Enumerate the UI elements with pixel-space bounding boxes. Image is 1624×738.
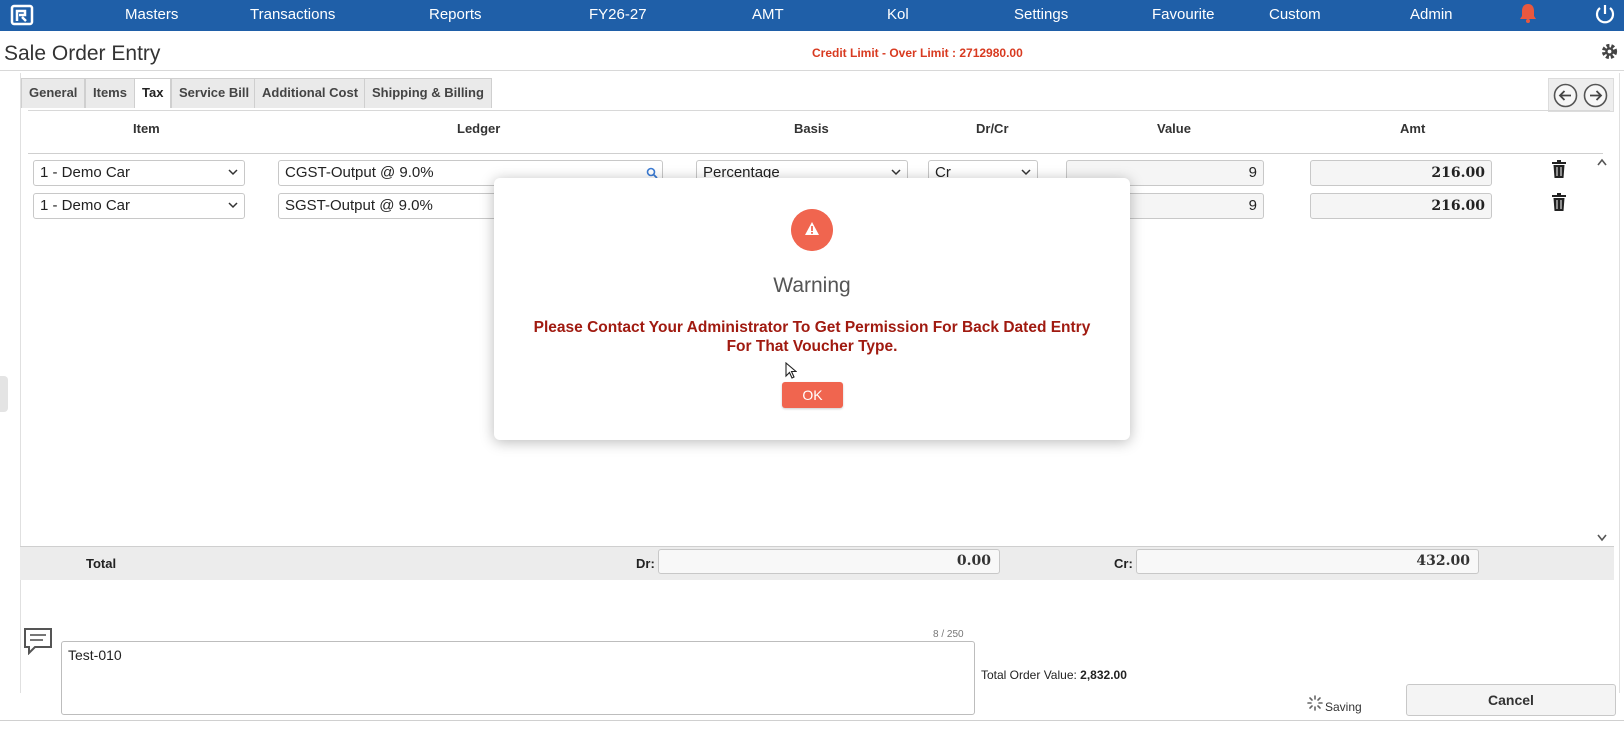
sidebar-toggle-handle[interactable] (0, 376, 8, 412)
nav-admin[interactable]: Admin (1410, 0, 1453, 31)
scroll-up-icon[interactable] (1597, 158, 1607, 166)
nav-transactions[interactable]: Transactions (250, 0, 335, 31)
col-header-value: Value (1157, 121, 1191, 136)
footer-divider (0, 720, 1624, 721)
nav-reports[interactable]: Reports (429, 0, 482, 31)
tab-general[interactable]: General (21, 78, 86, 108)
item-select[interactable]: 1 - Demo Car (33, 193, 245, 219)
tab-tax[interactable]: Tax (134, 78, 172, 108)
nav-masters[interactable]: Masters (125, 0, 178, 31)
chevron-down-icon (228, 202, 238, 209)
dr-total-field: 0.00 (658, 549, 1000, 574)
top-nav: Masters Transactions Reports FY26-27 AMT… (0, 0, 1624, 31)
chevron-down-icon (228, 169, 238, 176)
tab-additional-cost[interactable]: Additional Cost (254, 78, 367, 108)
cr-label: Cr: (1114, 556, 1133, 571)
trash-icon[interactable] (1552, 160, 1566, 178)
col-header-basis: Basis (794, 121, 829, 136)
trash-icon[interactable] (1552, 193, 1566, 211)
dr-label: Dr: (636, 556, 655, 571)
header-divider (0, 70, 1624, 71)
app-logo-icon[interactable] (10, 4, 34, 26)
page-title: Sale Order Entry (4, 42, 161, 65)
nav-custom[interactable]: Custom (1269, 0, 1321, 31)
item-select[interactable]: 1 - Demo Car (33, 160, 245, 186)
notification-bell-icon[interactable] (1517, 2, 1539, 24)
amt-field: 216.00 (1310, 193, 1492, 219)
total-label: Total (86, 556, 117, 571)
col-header-amt: Amt (1400, 121, 1426, 136)
arrow-right-icon[interactable] (1582, 82, 1609, 109)
nav-fy[interactable]: FY26-27 (589, 0, 647, 31)
dialog-message: Please Contact Your Administrator To Get… (520, 318, 1104, 356)
chevron-down-icon (891, 169, 901, 176)
tabs-divider (28, 110, 1610, 111)
item-select-value: 1 - Demo Car (40, 197, 131, 214)
col-header-ledger: Ledger (457, 121, 501, 136)
gear-icon[interactable] (1600, 42, 1619, 61)
ledger-input-value: CGST-Output @ 9.0% (285, 164, 434, 181)
dialog-title: Warning (773, 274, 851, 297)
power-icon[interactable] (1594, 3, 1616, 25)
loading-spinner-icon (1307, 695, 1323, 711)
order-value-label: Total Order Value: (981, 668, 1077, 682)
ok-button[interactable]: OK (782, 382, 843, 408)
mouse-cursor-icon (785, 362, 797, 379)
saving-status: Saving (1325, 700, 1362, 714)
tab-shipping-billing[interactable]: Shipping & Billing (364, 78, 492, 108)
narration-textarea[interactable]: Test-010 (61, 641, 975, 715)
scroll-down-icon[interactable] (1597, 534, 1607, 542)
col-header-item: Item (133, 121, 160, 136)
char-count: 8 / 250 (933, 629, 964, 640)
ledger-input-value: SGST-Output @ 9.0% (285, 197, 433, 214)
order-value-amount: 2,832.00 (1080, 668, 1127, 682)
nav-amt[interactable]: AMT (752, 0, 784, 31)
chevron-down-icon (1021, 169, 1031, 176)
app-window: Masters Transactions Reports FY26-27 AMT… (0, 0, 1624, 738)
nav-kol[interactable]: Kol (887, 0, 909, 31)
cancel-button[interactable]: Cancel (1406, 684, 1616, 716)
tab-items[interactable]: Items (85, 78, 135, 108)
total-order-value: Total Order Value: 2,832.00 (981, 668, 1127, 682)
cr-total-field: 432.00 (1136, 549, 1479, 574)
nav-settings[interactable]: Settings (1014, 0, 1068, 31)
item-select-value: 1 - Demo Car (40, 164, 131, 181)
credit-limit-warning: Credit Limit - Over Limit : 2712980.00 (812, 46, 1023, 60)
dialog-message-line2: For That Voucher Type. (726, 338, 898, 355)
arrow-left-icon[interactable] (1552, 82, 1579, 109)
comment-icon (24, 628, 52, 655)
amt-field: 216.00 (1310, 160, 1492, 186)
warning-icon (791, 209, 833, 251)
nav-favourite[interactable]: Favourite (1152, 0, 1215, 31)
col-header-drcr: Dr/Cr (976, 121, 1009, 136)
tab-service-bill[interactable]: Service Bill (171, 78, 258, 108)
grid-header-divider (28, 153, 1603, 154)
dialog-message-line1: Please Contact Your Administrator To Get… (533, 319, 1091, 336)
